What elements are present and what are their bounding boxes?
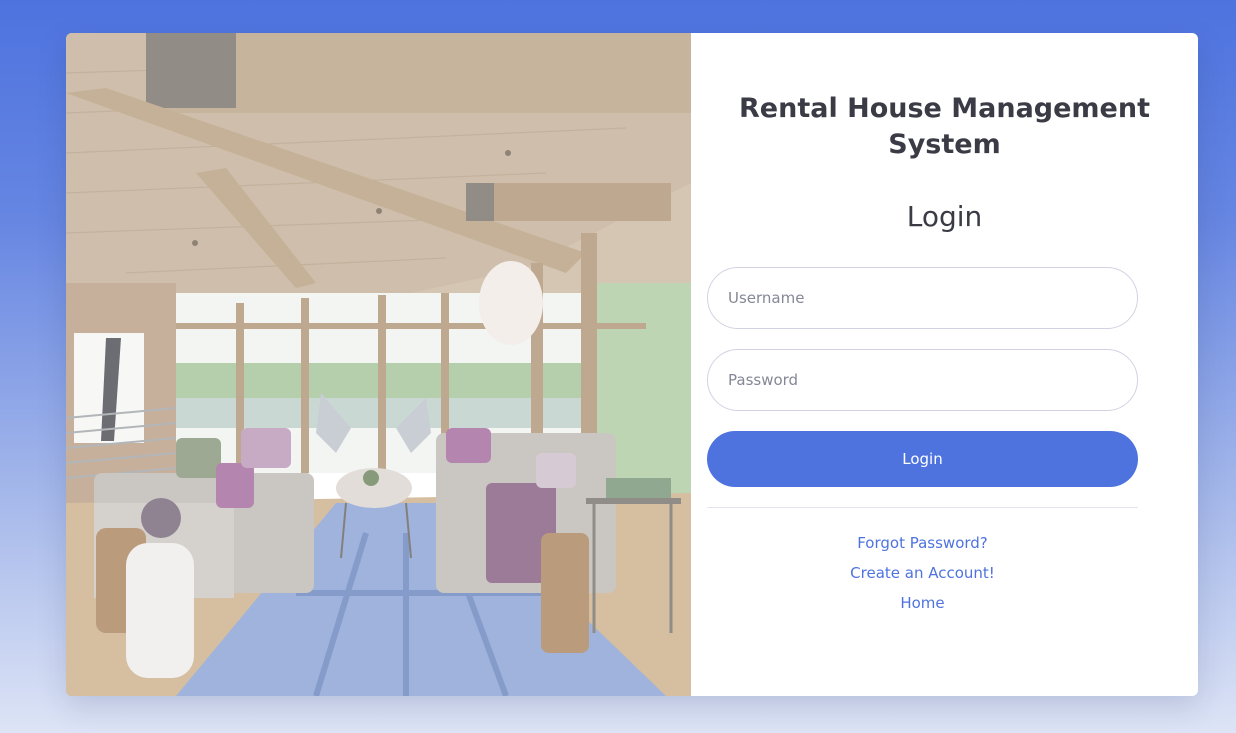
forgot-password-link[interactable]: Forgot Password? [707, 534, 1138, 552]
login-card: Rental House Management System Login Log… [66, 33, 1198, 696]
login-form-panel: Rental House Management System Login Log… [691, 33, 1198, 696]
home-link[interactable]: Home [707, 594, 1138, 612]
app-title: Rental House Management System [739, 93, 1150, 160]
divider [707, 507, 1138, 508]
username-input[interactable] [707, 267, 1138, 329]
living-room-photo [66, 33, 691, 696]
password-input[interactable] [707, 349, 1138, 411]
create-account-link[interactable]: Create an Account! [707, 564, 1138, 582]
login-button[interactable]: Login [707, 431, 1138, 487]
login-heading: Login [906, 200, 983, 233]
